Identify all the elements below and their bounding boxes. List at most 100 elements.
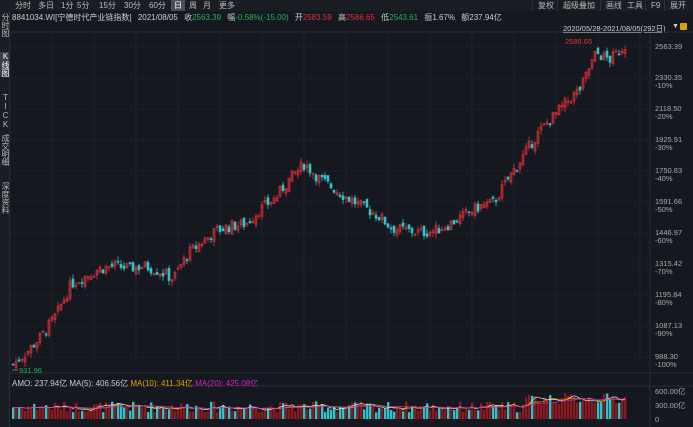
volume-bar <box>606 393 609 419</box>
candle-body <box>233 221 237 230</box>
volume-bar <box>603 393 606 419</box>
percent-value: -50% <box>655 205 673 214</box>
volume-bar <box>387 402 390 419</box>
volume-bar <box>111 401 114 419</box>
volume-bar <box>564 393 567 419</box>
candle-body <box>467 211 471 213</box>
volume-bar <box>189 411 192 419</box>
price-axis-label: 1087.13 -90% <box>655 322 682 338</box>
volume-bar <box>171 405 174 419</box>
percent-value: -80% <box>655 298 673 307</box>
candle-body <box>32 344 36 348</box>
volume-bar <box>372 404 375 419</box>
volume-bar <box>201 410 204 419</box>
volume-bar <box>120 405 123 419</box>
candle-body <box>128 262 132 264</box>
volume-bar <box>504 409 507 419</box>
candle-body <box>437 228 441 234</box>
price-axis-label: 1925.91 -30% <box>655 136 682 152</box>
volume-bar <box>312 401 315 419</box>
candle-body <box>116 260 120 263</box>
volume-bar <box>393 411 396 419</box>
candle-body <box>218 225 222 232</box>
price-axis-label: 1591.66 -50% <box>655 198 682 214</box>
volume-bar <box>132 401 135 419</box>
percent-value: -20% <box>655 112 673 121</box>
candle-body <box>155 271 159 275</box>
volume-bar <box>624 396 627 419</box>
price-axis-label: 1315.42 -70% <box>655 260 682 276</box>
volume-bar <box>51 409 54 419</box>
volume-bar <box>465 408 468 419</box>
candle-body <box>389 227 393 230</box>
volume-bar <box>453 410 456 419</box>
candle-body <box>80 282 84 284</box>
volume-bar <box>153 412 156 419</box>
candle-body <box>605 50 609 58</box>
volume-bar <box>483 409 486 419</box>
volume-bar <box>390 410 393 419</box>
volume-bar <box>138 405 141 419</box>
volume-bar <box>507 402 510 419</box>
volume-bar <box>192 411 195 419</box>
volume-bar <box>30 407 33 419</box>
volume-bar <box>450 408 453 419</box>
candle-body <box>608 55 612 63</box>
volume-bar <box>558 404 561 419</box>
volume-axis-label: 0 <box>655 415 660 424</box>
volume-bar <box>609 398 612 419</box>
candle-body <box>596 47 600 55</box>
volume-bar <box>426 403 429 419</box>
volume-bar <box>72 412 75 419</box>
candle-body <box>314 174 318 182</box>
volume-bar <box>294 411 297 419</box>
volume-bar <box>240 407 243 419</box>
volume-bar <box>261 411 264 419</box>
volume-bar <box>264 409 267 419</box>
candle-body <box>506 176 510 180</box>
volume-bar <box>84 411 87 419</box>
candle-body <box>410 227 414 234</box>
candle-body <box>266 197 270 206</box>
percent-value: -10% <box>655 81 673 90</box>
candle-body <box>167 267 171 281</box>
volume-bar <box>336 411 339 419</box>
volume-bar <box>21 407 24 419</box>
candle-body <box>71 278 75 288</box>
volume-bar <box>306 409 309 419</box>
candle-body <box>494 199 498 203</box>
candle-body <box>308 163 312 174</box>
volume-bar <box>42 407 45 419</box>
volume-bar <box>468 409 471 419</box>
candle-body <box>476 203 480 212</box>
volume-bar <box>75 402 78 419</box>
volume-bar <box>258 412 261 419</box>
percent-value: -100% <box>655 360 677 369</box>
price-axis-label: 1446.97 -60% <box>655 229 682 245</box>
volume-bar <box>66 411 69 419</box>
candle-body <box>131 262 135 272</box>
candle-body <box>377 217 381 221</box>
price-axis-label: 2563.39 <box>655 43 682 51</box>
candle-body <box>530 144 534 149</box>
volume-bar <box>99 402 102 419</box>
candle-body <box>44 333 48 336</box>
volume-bar <box>474 409 477 419</box>
volume-bar <box>63 401 66 419</box>
volume-bar <box>438 407 441 419</box>
volume-bar <box>525 397 528 419</box>
volume-bar <box>273 407 276 419</box>
kline-chart[interactable]: 2586.65 931.96 <box>0 0 693 427</box>
volume-bar <box>594 402 597 419</box>
volume-bar <box>582 400 585 419</box>
volume-bar <box>555 401 558 419</box>
volume-bar <box>159 406 162 419</box>
candle-body <box>353 197 357 205</box>
volume-bar <box>231 410 234 419</box>
price-axis-label: 1195.84 -80% <box>655 291 682 307</box>
amo-value: AMO: 237.94亿 <box>12 379 68 388</box>
candle-body <box>422 226 426 237</box>
volume-axis-label: 300.00亿 <box>655 401 686 410</box>
volume-bar <box>24 411 27 419</box>
volume-bar <box>180 403 183 419</box>
